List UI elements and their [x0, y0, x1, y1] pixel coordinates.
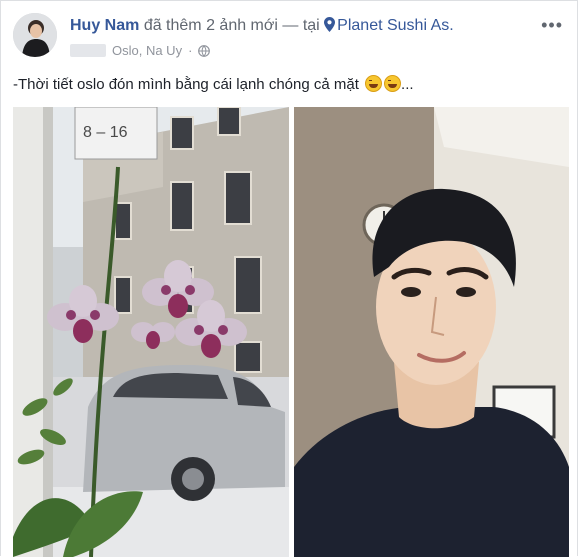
- post-card: Huy Nam đã thêm 2 ảnh mới — tại Planet S…: [0, 0, 578, 557]
- more-options-icon[interactable]: •••: [541, 15, 563, 36]
- photo-orchid-window[interactable]: 8 – 16: [13, 107, 289, 557]
- status-ellipsis: ...: [401, 76, 414, 93]
- avatar-image: [13, 13, 57, 57]
- post-header: Huy Nam đã thêm 2 ảnh mới — tại Planet S…: [70, 17, 454, 35]
- window-sign-text: 8 – 16: [83, 124, 128, 141]
- status-message: -Thời tiết oslo đón mình bằng cái lạnh c…: [13, 76, 359, 93]
- grinning-sweat-emoji-icon: [365, 75, 383, 92]
- pin-icon: [324, 17, 336, 32]
- location-text[interactable]: Oslo, Na Uy: [112, 43, 182, 58]
- photo-selfie[interactable]: [294, 107, 569, 557]
- place-link[interactable]: Planet Sushi As.: [337, 17, 454, 34]
- author-avatar[interactable]: [13, 13, 57, 57]
- meta-separator: ·: [188, 43, 193, 58]
- post-meta: Oslo, Na Uy ·: [70, 43, 211, 58]
- author-name-link[interactable]: Huy Nam: [70, 17, 139, 34]
- grinning-sweat-emoji-icon: [384, 75, 402, 92]
- timestamp-link[interactable]: [70, 44, 106, 57]
- globe-icon[interactable]: [198, 44, 211, 57]
- post-action-text: đã thêm 2 ảnh mới — tại: [143, 17, 320, 34]
- status-text: -Thời tiết oslo đón mình bằng cái lạnh c…: [13, 75, 414, 93]
